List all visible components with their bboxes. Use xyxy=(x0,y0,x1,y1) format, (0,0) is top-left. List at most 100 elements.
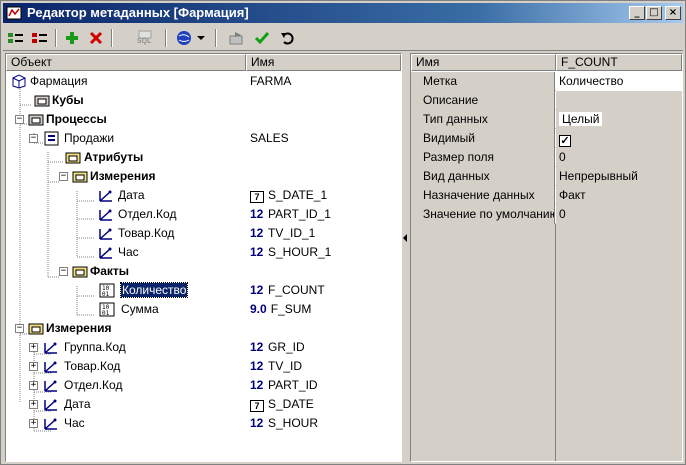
metadata-editor-window: Редактор метаданных [Фармация] _ □ × SQL xyxy=(0,0,686,465)
delete-icon[interactable] xyxy=(85,28,107,48)
collapse-icon[interactable]: − xyxy=(15,324,24,333)
fact-icon: 1001 xyxy=(99,302,115,317)
tree-row[interactable]: 10 01 Количество 12 F_COUNT xyxy=(6,281,401,300)
description-value[interactable] xyxy=(556,91,682,110)
property-row[interactable]: Тип данных Целый xyxy=(411,110,682,129)
default-value[interactable]: 0 xyxy=(556,205,682,224)
app-icon xyxy=(6,6,22,20)
property-header-value[interactable]: F_COUNT xyxy=(556,54,682,71)
date-type-icon: 7 xyxy=(250,191,264,203)
property-header-name[interactable]: Имя xyxy=(411,54,556,71)
property-row[interactable]: Видимый ✓ xyxy=(411,129,682,148)
property-row[interactable]: Размер поля 0 xyxy=(411,148,682,167)
tree-row[interactable]: − Процессы xyxy=(6,110,401,129)
tree-row[interactable]: − Измерения xyxy=(6,319,401,338)
label-value-input[interactable]: Количество xyxy=(556,72,682,91)
maximize-button[interactable]: □ xyxy=(646,6,662,20)
facts-folder-icon xyxy=(72,266,88,278)
tree-row[interactable]: − Факты xyxy=(6,262,401,281)
collapse-icon[interactable]: − xyxy=(15,115,24,124)
window-title: Редактор метаданных [Фармация] xyxy=(27,5,249,20)
tree-node-name: 12 S_HOUR xyxy=(250,416,319,430)
tree-node-label: Кубы xyxy=(52,93,84,107)
panel-splitter[interactable] xyxy=(402,53,410,462)
visible-value[interactable]: ✓ xyxy=(556,129,682,148)
property-row[interactable]: Вид данных Непрерывный xyxy=(411,167,682,186)
collapse-arrow-icon[interactable] xyxy=(403,234,407,242)
property-row[interactable]: Описание xyxy=(411,91,682,110)
tree-node-label: Отдел.Код xyxy=(64,378,123,392)
property-grid-empty xyxy=(411,224,556,461)
property-label: Видимый xyxy=(411,129,555,148)
tree-node-label: Дата xyxy=(118,188,145,202)
tree-row[interactable]: Атрибуты xyxy=(6,148,401,167)
tree-node-name: 12 TV_ID xyxy=(250,359,303,373)
minimize-button[interactable]: _ xyxy=(629,6,645,20)
globe-icon[interactable] xyxy=(173,28,195,48)
dropdown-icon[interactable] xyxy=(195,28,207,48)
tree-row[interactable]: + Час 12 S_HOUR xyxy=(6,414,401,433)
type-badge: 12 xyxy=(250,378,264,392)
property-row[interactable]: Назначение данных Факт xyxy=(411,186,682,205)
tree-row[interactable]: Товар.Код 12 TV_ID_1 xyxy=(6,224,401,243)
remove-level-icon[interactable] xyxy=(29,28,51,48)
expand-icon[interactable]: + xyxy=(29,419,38,428)
expand-icon[interactable]: + xyxy=(29,381,38,390)
property-row[interactable]: Метка Количество xyxy=(411,72,682,91)
tree-row[interactable]: + Отдел.Код 12 PART_ID xyxy=(6,376,401,395)
tree-node-name: 9.0 F_SUM xyxy=(250,302,312,316)
tree-node-label: Час xyxy=(64,416,85,430)
tree-node-name: 12 TV_ID_1 xyxy=(250,226,316,240)
tree-node-name: 12 GR_ID xyxy=(250,340,305,354)
tree-row[interactable]: + Дата 7 S_DATE xyxy=(6,395,401,414)
tree-row[interactable]: Дата 7 S_DATE_1 xyxy=(6,186,401,205)
tree-row[interactable]: Час 12 S_HOUR_1 xyxy=(6,243,401,262)
collapse-icon[interactable]: − xyxy=(59,267,68,276)
add-level-icon[interactable] xyxy=(5,28,27,48)
tree-row[interactable]: Кубы xyxy=(6,91,401,110)
type-badge: 12 xyxy=(250,283,264,297)
column-header-name[interactable]: Имя xyxy=(246,54,401,71)
expand-icon[interactable]: + xyxy=(29,400,38,409)
tree-node-label-selected: Количество xyxy=(119,282,189,298)
tree-node-name: 7 S_DATE_1 xyxy=(250,188,327,203)
tree-row[interactable]: − Измерения xyxy=(6,167,401,186)
collapse-icon[interactable]: − xyxy=(59,172,68,181)
tree-node-label: Дата xyxy=(64,397,91,411)
object-tree-panel: Объект Имя Фармация FARMA Кубы − Процесс… xyxy=(5,53,402,462)
add-icon[interactable] xyxy=(61,28,83,48)
tree-row[interactable]: Отдел.Код 12 PART_ID_1 xyxy=(6,205,401,224)
close-button[interactable]: × xyxy=(665,6,681,20)
visible-checkbox[interactable]: ✓ xyxy=(559,135,571,147)
tree-row[interactable]: − Продажи SALES xyxy=(6,129,401,148)
data-purpose-value[interactable]: Факт xyxy=(556,186,682,205)
collapse-icon[interactable]: − xyxy=(29,134,38,143)
svg-text:01: 01 xyxy=(102,310,110,317)
apply-icon[interactable] xyxy=(251,28,273,48)
type-badge: 12 xyxy=(250,245,264,259)
tree-row[interactable]: + Товар.Код 12 TV_ID xyxy=(6,357,401,376)
tree-node-label: Час xyxy=(118,245,139,259)
data-kind-value[interactable]: Непрерывный xyxy=(556,167,682,186)
expand-icon[interactable]: + xyxy=(29,362,38,371)
property-grid-empty-values xyxy=(556,224,682,461)
properties-icon[interactable] xyxy=(225,28,247,48)
column-header-object[interactable]: Объект xyxy=(6,54,246,71)
tree-row[interactable]: Фармация FARMA xyxy=(6,72,401,91)
tree-node-label: Отдел.Код xyxy=(118,207,177,221)
sql-icon[interactable]: SQL xyxy=(135,28,157,48)
title-bar[interactable]: Редактор метаданных [Фармация] _ □ × xyxy=(3,3,683,23)
tree-node-label: Измерения xyxy=(46,321,112,335)
tree-row[interactable]: 10 01 Сумма 9.0 F_SUM xyxy=(6,300,401,319)
tree-row[interactable]: + Группа.Код 12 GR_ID xyxy=(6,338,401,357)
type-badge: 9.0 xyxy=(250,302,267,316)
undo-icon[interactable] xyxy=(277,28,299,48)
data-type-value[interactable]: Целый xyxy=(556,110,682,129)
tree-node-label: Товар.Код xyxy=(118,226,175,240)
tree-node-label: Продажи xyxy=(64,131,115,145)
process-icon xyxy=(44,131,59,146)
property-row[interactable]: Значение по умолчанию 0 xyxy=(411,205,682,224)
expand-icon[interactable]: + xyxy=(29,343,38,352)
field-size-value[interactable]: 0 xyxy=(556,148,682,167)
tree-node-label: Процессы xyxy=(46,112,107,126)
